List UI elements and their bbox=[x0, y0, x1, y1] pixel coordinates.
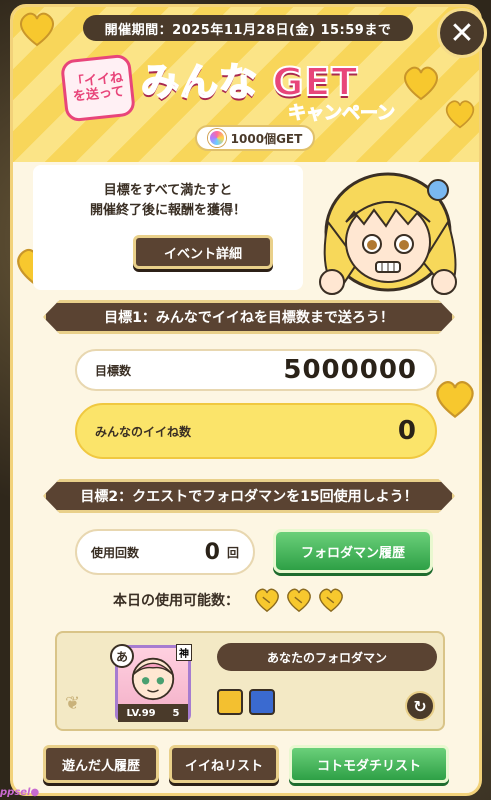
title-quote-badge: 「イイね を送って bbox=[59, 53, 137, 123]
event-period: 開催期間：2025年11月28日(金) 15:59まで bbox=[83, 15, 413, 41]
target-label: 目標数 bbox=[95, 363, 132, 378]
available-today-row: 本日の使用可能数： bbox=[113, 585, 413, 615]
character-illustration bbox=[298, 162, 478, 297]
reward-text: 1000個GET bbox=[230, 131, 303, 146]
luck-text: 5 bbox=[172, 707, 180, 719]
reward-pill: 1000個GET bbox=[195, 125, 315, 151]
level-bar: LV.99 5 bbox=[118, 704, 188, 722]
target-value: 5000000 bbox=[283, 355, 417, 385]
everyone-iine-value: 0 bbox=[397, 416, 417, 446]
monster-portrait-icon bbox=[131, 657, 175, 701]
title-main: みんな GET bbox=[140, 59, 359, 105]
usage-count-row: 使用回数 0 回 bbox=[75, 529, 255, 575]
available-today-label: 本日の使用可能数： bbox=[113, 593, 239, 609]
objective-2-banner: 目標2：クエストでフォロダマンを15回使用しよう！ bbox=[43, 479, 455, 513]
ability-icon bbox=[249, 689, 275, 715]
level-text: LV.99 bbox=[126, 707, 156, 719]
everyone-iine-row: みんなのイイね数 0 bbox=[75, 403, 437, 459]
monster-section-title: あなたのフォロダマン bbox=[217, 643, 437, 671]
usage-value: 0 bbox=[204, 539, 221, 565]
heart-icon bbox=[401, 65, 441, 101]
target-count-row: 目標数 5000000 bbox=[75, 349, 437, 391]
available-heart-icon bbox=[287, 588, 311, 613]
usage-unit: 回 bbox=[226, 545, 239, 560]
monster-section: ❦ ❦ あ 神 LV.99 5 あなたのフォロダマン ↻ bbox=[55, 631, 445, 731]
title-sub: キャンペーン bbox=[287, 103, 396, 125]
heart-icon bbox=[433, 379, 477, 419]
goal-description: 目標をすべて満たすと 開催終了後に報酬を獲得！ bbox=[33, 181, 303, 220]
objective-1-banner: 目標1：みんなでイイねを目標数まで送ろう！ bbox=[43, 300, 455, 334]
monster-card[interactable]: あ 神 LV.99 5 bbox=[110, 644, 192, 722]
played-history-button[interactable]: 遊んだ人履歴 bbox=[43, 745, 159, 783]
ability-icon bbox=[217, 689, 243, 715]
heart-icon bbox=[17, 11, 57, 47]
heart-icon bbox=[443, 99, 477, 129]
goal-line-1: 目標をすべて満たすと bbox=[103, 183, 233, 198]
iine-icon bbox=[207, 129, 226, 147]
everyone-iine-label: みんなのイイね数 bbox=[95, 424, 192, 439]
available-heart-icon bbox=[319, 588, 343, 613]
close-button[interactable]: ✕ bbox=[437, 8, 487, 58]
goal-line-2: 開催終了後に報酬を獲得！ bbox=[89, 202, 246, 218]
watermark-text: ppsel● bbox=[0, 787, 40, 798]
usage-label: 使用回数 bbox=[91, 545, 140, 560]
available-hearts bbox=[253, 587, 345, 613]
campaign-panel: 開催期間：2025年11月28日(金) 15:59まで 「イイね を送って みん… bbox=[10, 4, 482, 796]
leaf-icon: ❦ bbox=[65, 693, 81, 714]
goal-description-box: 目標をすべて満たすと 開催終了後に報酬を獲得！ イベント詳細 bbox=[33, 165, 303, 290]
kotomo-list-button[interactable]: コトモダチリスト bbox=[289, 745, 449, 783]
available-heart-icon bbox=[255, 588, 279, 613]
refresh-icon[interactable]: ↻ bbox=[405, 691, 435, 721]
iine-list-button[interactable]: イイねリスト bbox=[169, 745, 279, 783]
event-detail-button[interactable]: イベント詳細 bbox=[133, 235, 273, 269]
history-button[interactable]: フォロダマン履歴 bbox=[273, 529, 433, 573]
campaign-title: 「イイね を送って みんな GET キャンペーン bbox=[53, 47, 453, 127]
